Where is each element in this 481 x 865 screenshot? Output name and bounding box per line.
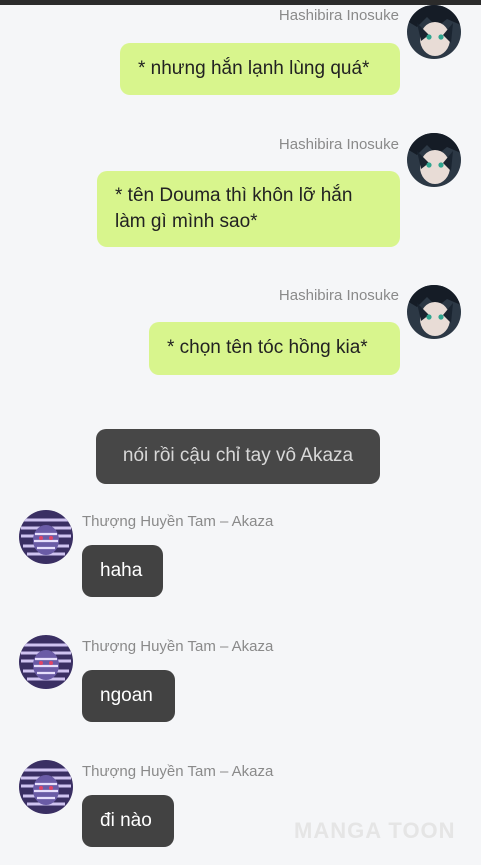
message-bubble[interactable]: * nhưng hắn lạnh lùng quá* — [120, 43, 400, 95]
inosuke-avatar-icon[interactable] — [407, 5, 461, 59]
message-text: * tên Douma thì khôn lỡ hắn làm gì mình … — [115, 185, 353, 232]
message-bubble[interactable]: đi nào — [82, 795, 174, 847]
narration-text: nói rồi cậu chỉ tay vô Akaza — [122, 445, 354, 466]
watermark: MANGA TOON — [294, 818, 456, 843]
inosuke-avatar-icon[interactable] — [407, 285, 461, 339]
sender-name: Thượng Huyền Tam – Akaza — [82, 763, 274, 780]
inosuke-avatar-icon[interactable] — [407, 133, 461, 187]
message-bubble[interactable]: ngoan — [82, 670, 175, 722]
akaza-avatar-icon[interactable] — [19, 635, 73, 689]
sender-name: Hashibira Inosuke — [278, 136, 399, 153]
akaza-avatar-icon[interactable] — [19, 510, 73, 564]
message-bubble[interactable]: haha — [82, 545, 163, 597]
message-text: * nhưng hắn lạnh lùng quá* — [138, 58, 370, 79]
message-text: * chọn tên tóc hồng kia* — [167, 337, 368, 358]
message-text: ngoan — [100, 685, 153, 706]
top-status-strip — [0, 0, 481, 5]
sender-name: Hashibira Inosuke — [278, 287, 399, 304]
sender-name: Thượng Huyền Tam – Akaza — [82, 638, 274, 655]
message-bubble[interactable]: * chọn tên tóc hồng kia* — [149, 322, 400, 375]
akaza-avatar-icon[interactable] — [19, 760, 73, 814]
sender-name: Thượng Huyền Tam – Akaza — [82, 513, 274, 530]
sender-name: Hashibira Inosuke — [278, 7, 399, 24]
message-bubble[interactable]: * tên Douma thì khôn lỡ hắn làm gì mình … — [97, 171, 400, 247]
message-text: đi nào — [100, 810, 152, 831]
narration-bubble: nói rồi cậu chỉ tay vô Akaza — [96, 429, 380, 484]
message-text: haha — [100, 560, 143, 581]
